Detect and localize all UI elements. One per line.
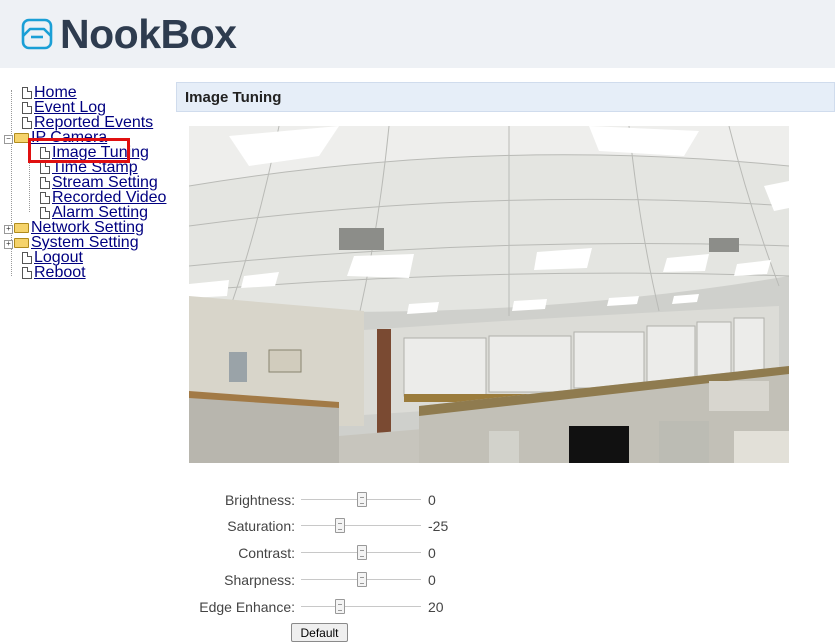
sharpness-label: Sharpness: (224, 572, 295, 588)
document-icon (40, 192, 50, 204)
camera-image (189, 126, 789, 463)
page-title-bar: Image Tuning (176, 82, 835, 112)
expand-icon[interactable]: + (4, 225, 13, 234)
collapse-icon[interactable]: − (4, 135, 13, 144)
sharpness-value: 0 (428, 572, 436, 588)
nav-item-reboot[interactable]: Reboot (22, 264, 86, 281)
selected-highlight-box (28, 138, 130, 163)
saturation-slider-track[interactable] (301, 525, 421, 526)
document-icon (22, 267, 32, 279)
saturation-value: -25 (428, 518, 449, 534)
saturation-slider-thumb[interactable] (335, 518, 345, 533)
sharpness-control: Sharpness: 0 (0, 570, 835, 590)
document-icon (40, 177, 50, 189)
nav-item-alarm-setting[interactable]: Alarm Setting (40, 204, 148, 221)
edge-enhance-slider-track[interactable] (301, 606, 421, 607)
contrast-value: 0 (428, 545, 436, 561)
nav-item-stream-setting[interactable]: Stream Setting (40, 174, 158, 191)
folder-icon (14, 238, 29, 248)
contrast-control: Contrast: 0 (0, 543, 835, 563)
nav-item-reported-events[interactable]: Reported Events (22, 114, 153, 131)
saturation-label: Saturation: (227, 518, 295, 534)
default-button[interactable]: Default (291, 623, 348, 642)
document-icon (22, 252, 32, 264)
edge-enhance-label: Edge Enhance: (199, 599, 295, 615)
brand-logo: NookBox (20, 11, 237, 57)
folder-icon (14, 223, 29, 233)
page-title: Image Tuning (185, 89, 282, 106)
brand-name: NookBox (60, 11, 237, 57)
nav-item-logout[interactable]: Logout (22, 249, 83, 266)
camera-preview (189, 126, 789, 463)
nav-item-event-log[interactable]: Event Log (22, 99, 106, 116)
header: NookBox (0, 0, 835, 68)
document-icon (40, 207, 50, 219)
expand-icon[interactable]: + (4, 240, 13, 249)
nav-link[interactable]: Reboot (34, 264, 86, 281)
saturation-control: Saturation: -25 (0, 516, 835, 536)
folder-open-icon (14, 133, 29, 143)
nav-item-recorded-video[interactable]: Recorded Video (40, 189, 166, 206)
contrast-slider-thumb[interactable] (357, 545, 367, 560)
brightness-control: Brightness: 0 (0, 490, 835, 510)
brightness-slider-thumb[interactable] (357, 492, 367, 507)
sharpness-slider-thumb[interactable] (357, 572, 367, 587)
document-icon (22, 87, 32, 99)
brightness-value: 0 (428, 492, 436, 508)
document-icon (22, 102, 32, 114)
edge-enhance-control: Edge Enhance: 20 (0, 597, 835, 617)
edge-enhance-value: 20 (428, 599, 444, 615)
brightness-label: Brightness: (224, 492, 295, 508)
nav-item-network-setting[interactable]: + Network Setting (4, 219, 144, 236)
contrast-label: Contrast: (238, 545, 295, 561)
nav-item-home[interactable]: Home (22, 84, 77, 101)
box-logo-icon (21, 18, 53, 50)
nav-item-system-setting[interactable]: + System Setting (4, 234, 139, 251)
document-icon (40, 162, 50, 174)
document-icon (22, 117, 32, 129)
edge-enhance-slider-thumb[interactable] (335, 599, 345, 614)
